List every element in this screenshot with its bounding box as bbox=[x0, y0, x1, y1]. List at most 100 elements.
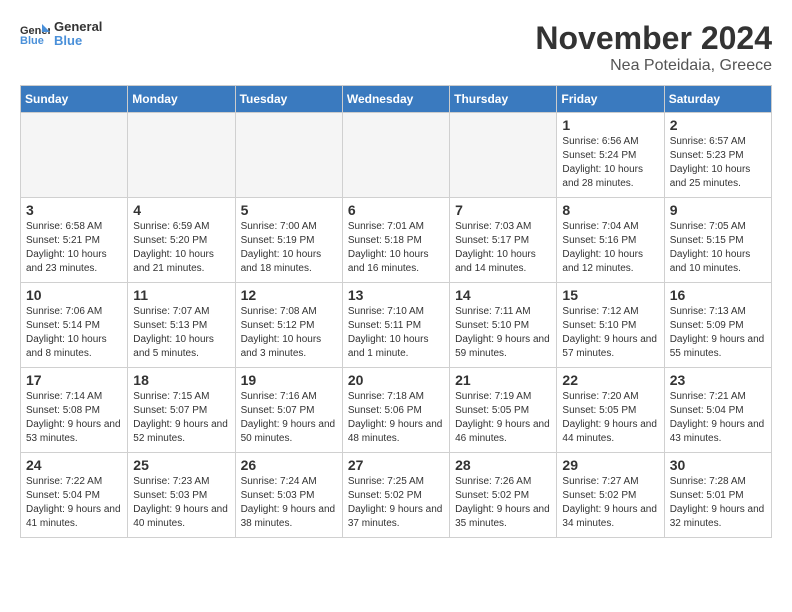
calendar-cell: 17 Sunrise: 7:14 AM Sunset: 5:08 PM Dayli… bbox=[21, 368, 128, 453]
calendar-cell: 10 Sunrise: 7:06 AM Sunset: 5:14 PM Dayli… bbox=[21, 283, 128, 368]
calendar-cell: 29Sunrise: 7:27 AM Sunset: 5:02 PM Dayli… bbox=[557, 453, 664, 538]
day-number: 26 bbox=[241, 457, 337, 473]
day-info: Sunrise: 7:13 AM Sunset: 5:09 PM Dayligh… bbox=[670, 305, 766, 361]
day-number: 24 bbox=[26, 457, 122, 473]
logo-icon: General Blue bbox=[20, 22, 50, 46]
week-row-1: 3 Sunrise: 6:58 AM Sunset: 5:21 PM Daylig… bbox=[21, 198, 772, 283]
calendar-cell bbox=[235, 113, 342, 198]
day-info: Sunrise: 7:19 AM Sunset: 5:05 PM Dayligh… bbox=[455, 390, 551, 446]
day-info: Sunrise: 7:04 AM Sunset: 5:16 PM Dayligh… bbox=[562, 220, 658, 276]
day-number: 15 bbox=[562, 287, 658, 303]
month-title: November 2024 bbox=[535, 20, 772, 57]
header-sunday: Sunday bbox=[21, 86, 128, 113]
day-info: Sunrise: 7:05 AM Sunset: 5:15 PM Dayligh… bbox=[670, 220, 766, 276]
day-info: Sunrise: 7:06 AM Sunset: 5:14 PM Dayligh… bbox=[26, 305, 122, 361]
calendar-cell: 3 Sunrise: 6:58 AM Sunset: 5:21 PM Daylig… bbox=[21, 198, 128, 283]
calendar-header-row: SundayMondayTuesdayWednesdayThursdayFrid… bbox=[21, 86, 772, 113]
calendar-cell: 23 Sunrise: 7:21 AM Sunset: 5:04 PM Dayli… bbox=[664, 368, 771, 453]
title-area: November 2024 Nea Poteidaia, Greece bbox=[535, 20, 772, 75]
day-number: 2 bbox=[670, 117, 766, 133]
header-thursday: Thursday bbox=[450, 86, 557, 113]
day-number: 16 bbox=[670, 287, 766, 303]
day-number: 10 bbox=[26, 287, 122, 303]
day-number: 18 bbox=[133, 372, 229, 388]
calendar-cell: 8 Sunrise: 7:04 AM Sunset: 5:16 PM Daylig… bbox=[557, 198, 664, 283]
calendar-cell: 24 Sunrise: 7:22 AM Sunset: 5:04 PM Dayli… bbox=[21, 453, 128, 538]
day-info: Sunrise: 7:24 AM Sunset: 5:03 PM Dayligh… bbox=[241, 475, 337, 531]
day-info: Sunrise: 7:00 AM Sunset: 5:19 PM Dayligh… bbox=[241, 220, 337, 276]
day-number: 27 bbox=[348, 457, 444, 473]
week-row-0: 1 Sunrise: 6:56 AM Sunset: 5:24 PM Daylig… bbox=[21, 113, 772, 198]
day-info: Sunrise: 7:16 AM Sunset: 5:07 PM Dayligh… bbox=[241, 390, 337, 446]
day-info: Sunrise: 7:14 AM Sunset: 5:08 PM Dayligh… bbox=[26, 390, 122, 446]
calendar-cell: 28Sunrise: 7:26 AM Sunset: 5:02 PM Dayli… bbox=[450, 453, 557, 538]
day-number: 11 bbox=[133, 287, 229, 303]
calendar-cell: 9 Sunrise: 7:05 AM Sunset: 5:15 PM Daylig… bbox=[664, 198, 771, 283]
header-saturday: Saturday bbox=[664, 86, 771, 113]
day-info: Sunrise: 7:28 AM Sunset: 5:01 PM Dayligh… bbox=[670, 475, 766, 531]
calendar-body: 1 Sunrise: 6:56 AM Sunset: 5:24 PM Daylig… bbox=[21, 113, 772, 538]
day-number: 9 bbox=[670, 202, 766, 218]
header-tuesday: Tuesday bbox=[235, 86, 342, 113]
day-number: 7 bbox=[455, 202, 551, 218]
logo: General Blue General Blue bbox=[20, 20, 102, 49]
day-info: Sunrise: 6:59 AM Sunset: 5:20 PM Dayligh… bbox=[133, 220, 229, 276]
day-number: 6 bbox=[348, 202, 444, 218]
calendar-table: SundayMondayTuesdayWednesdayThursdayFrid… bbox=[20, 85, 772, 538]
header-monday: Monday bbox=[128, 86, 235, 113]
day-number: 20 bbox=[348, 372, 444, 388]
day-number: 8 bbox=[562, 202, 658, 218]
calendar-cell: 26 Sunrise: 7:24 AM Sunset: 5:03 PM Dayli… bbox=[235, 453, 342, 538]
day-info: Sunrise: 6:56 AM Sunset: 5:24 PM Dayligh… bbox=[562, 135, 658, 191]
day-info: Sunrise: 7:07 AM Sunset: 5:13 PM Dayligh… bbox=[133, 305, 229, 361]
header-friday: Friday bbox=[557, 86, 664, 113]
logo-blue: Blue bbox=[54, 34, 102, 48]
day-info: Sunrise: 7:15 AM Sunset: 5:07 PM Dayligh… bbox=[133, 390, 229, 446]
calendar-cell bbox=[450, 113, 557, 198]
day-info: Sunrise: 7:25 AM Sunset: 5:02 PM Dayligh… bbox=[348, 475, 444, 531]
day-number: 1 bbox=[562, 117, 658, 133]
calendar-cell: 16 Sunrise: 7:13 AM Sunset: 5:09 PM Dayli… bbox=[664, 283, 771, 368]
day-info: Sunrise: 7:23 AM Sunset: 5:03 PM Dayligh… bbox=[133, 475, 229, 531]
calendar-cell: 1 Sunrise: 6:56 AM Sunset: 5:24 PM Daylig… bbox=[557, 113, 664, 198]
calendar-cell: 7 Sunrise: 7:03 AM Sunset: 5:17 PM Daylig… bbox=[450, 198, 557, 283]
day-info: Sunrise: 7:20 AM Sunset: 5:05 PM Dayligh… bbox=[562, 390, 658, 446]
calendar-cell bbox=[128, 113, 235, 198]
calendar-cell bbox=[21, 113, 128, 198]
calendar-cell: 19 Sunrise: 7:16 AM Sunset: 5:07 PM Dayli… bbox=[235, 368, 342, 453]
day-number: 17 bbox=[26, 372, 122, 388]
day-number: 13 bbox=[348, 287, 444, 303]
day-info: Sunrise: 7:12 AM Sunset: 5:10 PM Dayligh… bbox=[562, 305, 658, 361]
calendar-cell: 25Sunrise: 7:23 AM Sunset: 5:03 PM Dayli… bbox=[128, 453, 235, 538]
day-number: 19 bbox=[241, 372, 337, 388]
day-info: Sunrise: 7:21 AM Sunset: 5:04 PM Dayligh… bbox=[670, 390, 766, 446]
header-wednesday: Wednesday bbox=[342, 86, 449, 113]
day-number: 21 bbox=[455, 372, 551, 388]
day-info: Sunrise: 6:58 AM Sunset: 5:21 PM Dayligh… bbox=[26, 220, 122, 276]
day-info: Sunrise: 7:11 AM Sunset: 5:10 PM Dayligh… bbox=[455, 305, 551, 361]
calendar-cell: 22 Sunrise: 7:20 AM Sunset: 5:05 PM Dayli… bbox=[557, 368, 664, 453]
day-number: 3 bbox=[26, 202, 122, 218]
day-info: Sunrise: 7:22 AM Sunset: 5:04 PM Dayligh… bbox=[26, 475, 122, 531]
day-info: Sunrise: 7:08 AM Sunset: 5:12 PM Dayligh… bbox=[241, 305, 337, 361]
day-info: Sunrise: 7:01 AM Sunset: 5:18 PM Dayligh… bbox=[348, 220, 444, 276]
calendar-cell bbox=[342, 113, 449, 198]
calendar-cell: 27 Sunrise: 7:25 AM Sunset: 5:02 PM Dayli… bbox=[342, 453, 449, 538]
day-info: Sunrise: 6:57 AM Sunset: 5:23 PM Dayligh… bbox=[670, 135, 766, 191]
day-info: Sunrise: 7:18 AM Sunset: 5:06 PM Dayligh… bbox=[348, 390, 444, 446]
week-row-2: 10 Sunrise: 7:06 AM Sunset: 5:14 PM Dayli… bbox=[21, 283, 772, 368]
calendar-cell: 5Sunrise: 7:00 AM Sunset: 5:19 PM Daylig… bbox=[235, 198, 342, 283]
day-info: Sunrise: 7:03 AM Sunset: 5:17 PM Dayligh… bbox=[455, 220, 551, 276]
calendar-cell: 21 Sunrise: 7:19 AM Sunset: 5:05 PM Dayli… bbox=[450, 368, 557, 453]
page-header: General Blue General Blue November 2024 … bbox=[20, 20, 772, 75]
day-number: 22 bbox=[562, 372, 658, 388]
logo-general: General bbox=[54, 20, 102, 34]
location-subtitle: Nea Poteidaia, Greece bbox=[535, 57, 772, 75]
calendar-cell: 15 Sunrise: 7:12 AM Sunset: 5:10 PM Dayli… bbox=[557, 283, 664, 368]
week-row-4: 24 Sunrise: 7:22 AM Sunset: 5:04 PM Dayli… bbox=[21, 453, 772, 538]
svg-text:Blue: Blue bbox=[20, 35, 44, 46]
day-number: 28 bbox=[455, 457, 551, 473]
calendar-cell: 12Sunrise: 7:08 AM Sunset: 5:12 PM Dayli… bbox=[235, 283, 342, 368]
day-number: 23 bbox=[670, 372, 766, 388]
day-number: 30 bbox=[670, 457, 766, 473]
